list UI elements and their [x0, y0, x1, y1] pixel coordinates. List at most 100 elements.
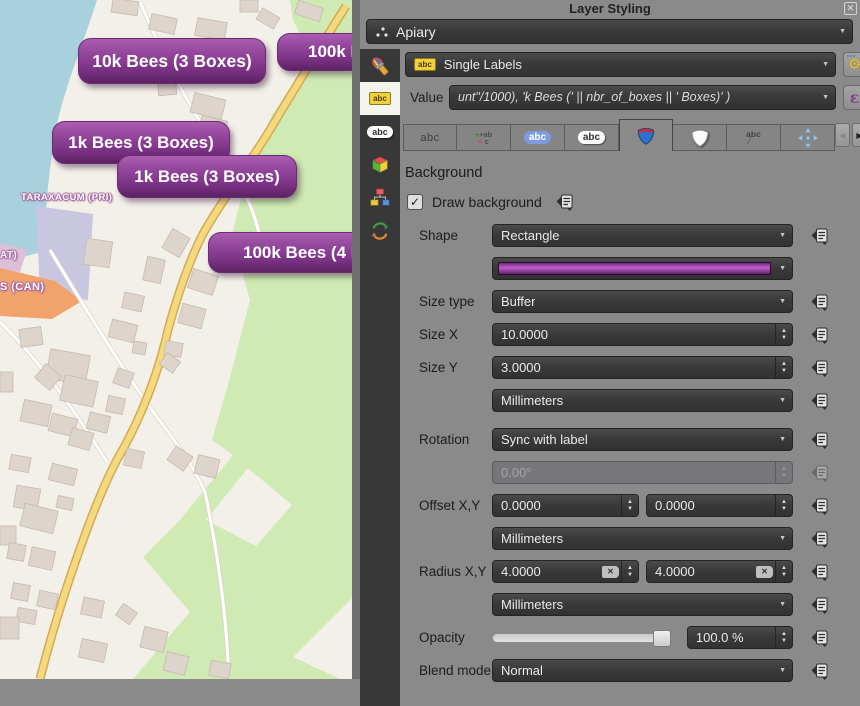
radius-label: Radius X,Y — [400, 564, 492, 579]
building — [0, 372, 13, 392]
size-x-spinbox[interactable]: 10.0000 ▲▼ — [492, 323, 793, 346]
shadow-shield-icon — [689, 127, 711, 149]
tab-text[interactable]: abc — [403, 124, 457, 151]
opacity-slider-handle[interactable] — [653, 630, 671, 647]
label-mode-value: Single Labels — [444, 57, 522, 72]
data-defined-override-button[interactable] — [809, 392, 833, 410]
building — [68, 427, 94, 450]
data-defined-override-button[interactable] — [809, 530, 833, 548]
data-defined-override-button[interactable] — [809, 629, 833, 647]
building — [108, 319, 138, 343]
tab-placement[interactable] — [781, 124, 835, 151]
rotation-mode-select[interactable]: Sync with label ▼ — [492, 428, 793, 451]
data-defined-override-button[interactable] — [809, 662, 833, 680]
automated-placement-button[interactable]: ⚙ — [843, 52, 860, 77]
sidebar-item-3d-view[interactable] — [360, 148, 400, 181]
map-label-callout: 100k B — [277, 33, 352, 71]
diagram-icon — [369, 187, 391, 209]
size-y-spinbox[interactable]: 3.0000 ▲▼ — [492, 356, 793, 379]
offset-units-select[interactable]: Millimeters ▼ — [492, 527, 793, 550]
layer-selector[interactable]: Apiary ▼ — [366, 19, 853, 44]
paintbrush-icon — [368, 54, 392, 78]
spinner-buttons[interactable]: ▲▼ — [775, 357, 792, 378]
radius-x-spinbox[interactable]: 4.0000 ✕ ▲▼ — [492, 560, 639, 583]
map-canvas[interactable]: TARAXACUM (PRI) AT) S (CAN) 10k Bees (3 … — [0, 0, 352, 679]
sidebar-item-labels[interactable]: abc — [360, 82, 400, 115]
panel-splitter[interactable] — [352, 0, 360, 679]
data-defined-override-button[interactable] — [809, 359, 833, 377]
size-type-select[interactable]: Buffer ▼ — [492, 290, 793, 313]
draw-background-label: Draw background — [432, 194, 542, 210]
buffer-tab-icon: abc — [524, 131, 551, 144]
map-label-callout: 10k Bees (3 Boxes) — [78, 38, 266, 84]
map-place-name: S (CAN) — [0, 281, 44, 293]
tab-callout[interactable]: abc ∕ — [727, 124, 781, 151]
label-mode-select[interactable]: abc Single Labels ▼ — [405, 52, 836, 77]
shape-select[interactable]: Rectangle ▼ — [492, 224, 793, 247]
sidebar-item-diagrams[interactable] — [360, 181, 400, 214]
offset-x-spinbox[interactable]: 0.0000 ▲▼ — [492, 494, 639, 517]
data-defined-override-button[interactable] — [809, 293, 833, 311]
chevron-down-icon: ▼ — [773, 232, 792, 239]
fill-color-select[interactable]: ▼ — [492, 257, 793, 280]
data-defined-override-button[interactable] — [809, 227, 833, 245]
spinner-buttons[interactable]: ▲▼ — [775, 495, 792, 516]
value-expression-text: unt"/1000), 'k Bees (' || nbr_of_boxes |… — [458, 90, 730, 104]
size-units-row: Millimeters ▼ — [400, 389, 860, 412]
building — [83, 238, 112, 267]
label-tag-icon: abc — [369, 92, 391, 105]
building — [178, 303, 206, 329]
spinner-buttons[interactable]: ▲▼ — [775, 627, 792, 648]
building — [80, 597, 104, 618]
spinner-buttons[interactable]: ▲▼ — [775, 561, 792, 582]
tab-shadow[interactable] — [673, 124, 727, 151]
opacity-slider[interactable] — [492, 633, 672, 643]
tab-buffer[interactable]: abc — [511, 124, 565, 151]
panel-title: Layer Styling — [569, 1, 651, 16]
data-defined-override-button[interactable] — [809, 596, 833, 614]
rotation-angle-row: 0.00° ▲▼ — [400, 461, 860, 484]
tab-formatting[interactable]: ++ab < c — [457, 124, 511, 151]
building — [116, 603, 138, 624]
clear-value-icon[interactable]: ✕ — [602, 566, 619, 578]
tab-scroll-left-button[interactable]: ◀ — [835, 123, 850, 147]
sidebar-item-history[interactable] — [360, 214, 400, 247]
data-defined-override-button[interactable] — [554, 193, 578, 211]
sidebar-item-masks[interactable]: abc — [360, 115, 400, 148]
label-tag-icon: abc — [414, 58, 436, 71]
sidebar-item-symbology[interactable] — [360, 49, 400, 82]
building — [143, 256, 166, 283]
building — [11, 583, 31, 602]
building — [209, 660, 231, 678]
offset-units-row: Millimeters ▼ — [400, 527, 860, 550]
data-defined-override-button[interactable] — [809, 326, 833, 344]
data-defined-override-button[interactable] — [809, 497, 833, 515]
expression-builder-button[interactable]: ε — [843, 85, 860, 110]
radius-y-spinbox[interactable]: 4.0000 ✕ ▲▼ — [646, 560, 793, 583]
close-icon[interactable]: ✕ — [844, 2, 857, 15]
spinner-buttons[interactable]: ▲▼ — [621, 495, 638, 516]
tab-mask[interactable]: abc — [565, 124, 619, 151]
opacity-spinbox[interactable]: 100.0 % ▲▼ — [687, 626, 793, 649]
chevron-down-icon: ▼ — [773, 535, 792, 542]
rotation-row: Rotation Sync with label ▼ — [400, 428, 860, 451]
opacity-label: Opacity — [400, 630, 492, 645]
value-expression-select[interactable]: unt"/1000), 'k Bees (' || nbr_of_boxes |… — [449, 85, 836, 110]
size-units-select[interactable]: Millimeters ▼ — [492, 389, 793, 412]
data-defined-override-button[interactable] — [809, 431, 833, 449]
spinner-buttons[interactable]: ▲▼ — [621, 561, 638, 582]
clear-value-icon[interactable]: ✕ — [756, 566, 773, 578]
formatting-tab-icon: ++ab < c — [475, 131, 493, 145]
map-place-name: TARAXACUM (PRI) — [21, 192, 112, 203]
offset-y-spinbox[interactable]: 0.0000 ▲▼ — [646, 494, 793, 517]
shape-row: Shape Rectangle ▼ — [400, 224, 860, 247]
building — [48, 463, 77, 486]
tab-background[interactable] — [619, 119, 673, 151]
data-defined-override-button[interactable] — [809, 563, 833, 581]
radius-units-select[interactable]: Millimeters ▼ — [492, 593, 793, 616]
spinner-buttons[interactable]: ▲▼ — [775, 324, 792, 345]
draw-background-checkbox[interactable]: ✓ — [407, 194, 423, 210]
size-y-label: Size Y — [400, 360, 492, 375]
tab-scroll-right-button[interactable]: ▶ — [852, 123, 860, 147]
chevron-down-icon: ▼ — [773, 265, 792, 272]
